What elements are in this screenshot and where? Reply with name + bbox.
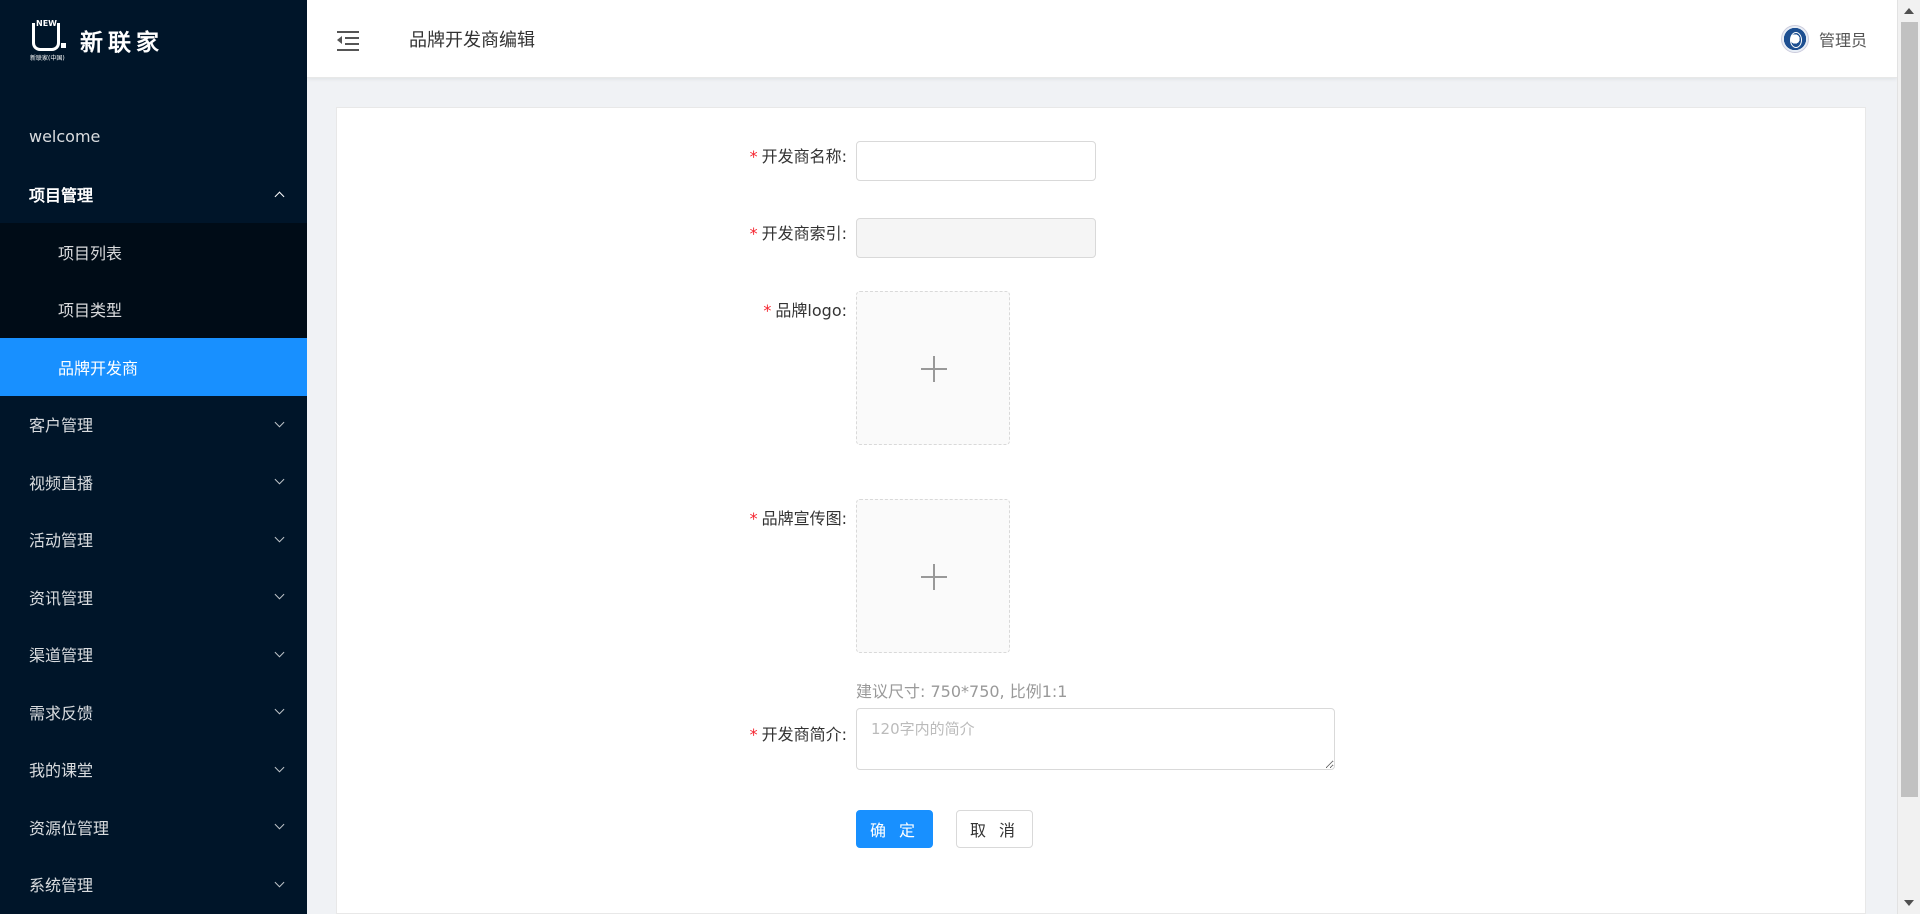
sidebar-item-channel-management[interactable]: 渠道管理 bbox=[0, 626, 307, 684]
required-mark: * bbox=[763, 301, 772, 320]
sidebar-item-resource-slots[interactable]: 资源位管理 bbox=[0, 798, 307, 856]
chevron-down-icon bbox=[274, 704, 285, 715]
avatar bbox=[1780, 25, 1809, 53]
chevron-down-icon bbox=[274, 762, 285, 773]
sidebar-item-project-type[interactable]: 项目类型 bbox=[0, 281, 307, 339]
sidebar-item-live-video[interactable]: 视频直播 bbox=[0, 453, 307, 511]
required-mark: * bbox=[749, 509, 758, 528]
cancel-button[interactable]: 取 消 bbox=[956, 810, 1033, 848]
required-mark: * bbox=[749, 147, 758, 166]
sidebar-item-label: 需求反馈 bbox=[29, 703, 94, 723]
user-name: 管理员 bbox=[1818, 31, 1867, 50]
sidebar-item-activity-management[interactable]: 活动管理 bbox=[0, 511, 307, 569]
sidebar-item-label: 客户管理 bbox=[29, 416, 94, 436]
required-mark: * bbox=[749, 725, 758, 744]
chevron-down-icon bbox=[274, 589, 285, 600]
size-hint: 建议尺寸: 750*750, 比例1:1 bbox=[856, 682, 1068, 701]
sidebar-item-brand-developer[interactable]: 品牌开发商 bbox=[0, 338, 307, 396]
sidebar-item-welcome[interactable]: welcome bbox=[0, 108, 307, 166]
sidebar-item-feedback[interactable]: 需求反馈 bbox=[0, 683, 307, 741]
scroll-up-icon[interactable] bbox=[1904, 8, 1914, 14]
scroll-down-icon[interactable] bbox=[1904, 900, 1914, 906]
sidebar-item-label: 系统管理 bbox=[29, 876, 94, 896]
user-menu[interactable]: 管理员 bbox=[1780, 0, 1867, 78]
sidebar-item-label: 活动管理 bbox=[29, 531, 94, 551]
required-mark: * bbox=[749, 224, 758, 243]
chevron-down-icon bbox=[274, 647, 285, 658]
logo-label: * 品牌logo: bbox=[763, 301, 847, 320]
developer-index-input bbox=[856, 218, 1096, 258]
confirm-button[interactable]: 确 定 bbox=[856, 810, 933, 848]
scroll-thumb[interactable] bbox=[1901, 22, 1918, 797]
sidebar-item-project-management[interactable]: 项目管理 bbox=[0, 166, 307, 224]
sidebar-item-label: 品牌开发商 bbox=[58, 358, 139, 378]
plus-icon bbox=[921, 564, 947, 590]
developer-name-input[interactable] bbox=[856, 141, 1096, 181]
sidebar-item-label: welcome bbox=[29, 127, 101, 147]
top-header: 品牌开发商编辑 管理员 bbox=[307, 0, 1897, 78]
logo-icon: NEW 新联家(中国) bbox=[30, 19, 66, 62]
sidebar-item-label: 项目管理 bbox=[29, 186, 94, 206]
sidebar-item-customer-management[interactable]: 客户管理 bbox=[0, 396, 307, 454]
sidebar-item-label: 渠道管理 bbox=[29, 646, 94, 666]
sidebar-item-label: 项目列表 bbox=[58, 243, 123, 263]
logo-upload[interactable] bbox=[856, 291, 1010, 445]
chevron-down-icon bbox=[274, 877, 285, 888]
chevron-up-icon bbox=[274, 191, 285, 202]
sidebar-menu: welcome 项目管理 项目列表 项目类型 品牌开发商 客户管理 视频直播 活… bbox=[0, 80, 307, 913]
project-submenu: 项目列表 项目类型 品牌开发商 bbox=[0, 223, 307, 396]
chevron-down-icon bbox=[274, 532, 285, 543]
brand-name: 新联家 bbox=[80, 30, 164, 56]
chevron-down-icon bbox=[274, 474, 285, 485]
menu-fold-icon[interactable] bbox=[337, 29, 359, 51]
sidebar-item-label: 项目类型 bbox=[58, 301, 123, 321]
name-label: * 开发商名称: bbox=[749, 147, 847, 166]
plus-icon bbox=[921, 356, 947, 382]
sidebar: NEW 新联家(中国) 新联家 welcome 项目管理 项目列表 项目类型 品… bbox=[0, 0, 307, 914]
chevron-down-icon bbox=[274, 819, 285, 830]
page-scrollbar[interactable] bbox=[1897, 0, 1920, 914]
sidebar-item-project-list[interactable]: 项目列表 bbox=[0, 223, 307, 281]
page-title: 品牌开发商编辑 bbox=[409, 29, 535, 51]
sidebar-item-label: 资讯管理 bbox=[29, 588, 94, 608]
sidebar-item-system-management[interactable]: 系统管理 bbox=[0, 856, 307, 914]
sidebar-item-label: 我的课堂 bbox=[29, 761, 94, 781]
developer-intro-textarea[interactable] bbox=[856, 708, 1335, 770]
intro-label: * 开发商简介: bbox=[749, 725, 847, 744]
index-label: * 开发商索引: bbox=[749, 224, 847, 243]
brand-logo[interactable]: NEW 新联家(中国) 新联家 bbox=[0, 0, 307, 80]
promo-label: * 品牌宣传图: bbox=[749, 509, 847, 528]
sidebar-item-news-management[interactable]: 资讯管理 bbox=[0, 568, 307, 626]
sidebar-item-label: 资源位管理 bbox=[29, 818, 110, 838]
chevron-down-icon bbox=[274, 417, 285, 428]
promo-image-upload[interactable] bbox=[856, 499, 1010, 653]
edit-form-card: * 开发商名称: * 开发商索引: * 品牌logo: * 品牌宣传图: 建议尺… bbox=[336, 107, 1866, 914]
sidebar-item-my-classroom[interactable]: 我的课堂 bbox=[0, 741, 307, 799]
sidebar-item-label: 视频直播 bbox=[29, 473, 94, 493]
